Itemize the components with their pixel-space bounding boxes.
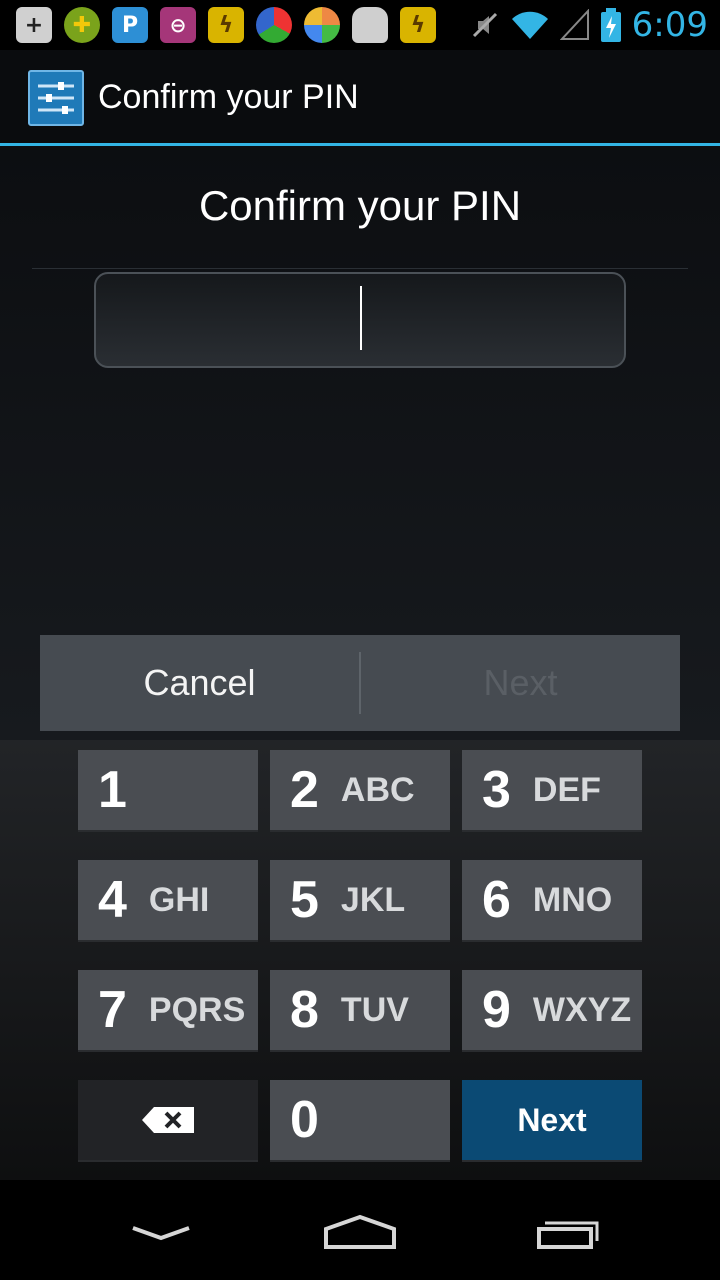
action-bar-title: Confirm your PIN <box>98 78 359 116</box>
bird-app-icon: ϟ <box>208 7 244 43</box>
key-letters: GHI <box>148 880 210 919</box>
key-8[interactable]: 8 TUV <box>270 970 450 1052</box>
p-app-icon: P <box>112 7 148 43</box>
key-digit: 7 <box>98 981 127 1039</box>
key-letters: DEF <box>532 770 601 809</box>
header-divider <box>32 268 688 269</box>
keypad-next-button[interactable]: Next <box>462 1080 642 1162</box>
system-icons: 6:09 <box>470 5 708 45</box>
numeric-keypad: 1 2 ABC 3 DEF 4 GHI 5 JKL 6 MNO 7 PQRS 8… <box>0 740 720 1180</box>
key-digit: 0 <box>290 1091 319 1149</box>
key-3[interactable]: 3 DEF <box>462 750 642 832</box>
key-digit: 6 <box>482 871 511 929</box>
battery-charging-icon <box>600 8 621 42</box>
text-caret <box>360 286 362 350</box>
key-6[interactable]: 6 MNO <box>462 860 642 942</box>
chrome-like-icon <box>256 7 292 43</box>
key-letters: MNO <box>532 880 613 919</box>
next-button-disabled[interactable]: Next <box>361 635 680 731</box>
key-letters: JKL <box>340 880 406 919</box>
status-bar: + ✚ P ⊖ ϟ ϟ 6:09 <box>0 0 720 50</box>
back-button[interactable] <box>116 1206 206 1256</box>
add-icon: + <box>16 7 52 43</box>
home-icon <box>324 1214 396 1249</box>
pin-input[interactable] <box>94 272 626 368</box>
page-title: Confirm your PIN <box>198 182 522 229</box>
key-letters: PQRS <box>148 990 246 1029</box>
delete-key[interactable] <box>78 1080 258 1162</box>
key-0[interactable]: 0 <box>270 1080 450 1162</box>
wifi-icon <box>511 11 548 39</box>
back-icon <box>132 1226 190 1241</box>
key-digit: 5 <box>290 871 319 929</box>
key-digit: 9 <box>482 981 511 1039</box>
cancel-button[interactable]: Cancel <box>40 635 359 731</box>
key-4[interactable]: 4 GHI <box>78 860 258 942</box>
key-digit: 8 <box>290 981 319 1039</box>
key-7[interactable]: 7 PQRS <box>78 970 258 1052</box>
bird-app-icon: ϟ <box>400 7 436 43</box>
key-digit: 1 <box>98 761 127 819</box>
key-9[interactable]: 9 WXYZ <box>462 970 642 1052</box>
clock: 6:09 <box>631 5 708 45</box>
key-1[interactable]: 1 <box>78 750 258 832</box>
game-icon: ✚ <box>64 7 100 43</box>
ball-icon <box>304 7 340 43</box>
settings-icon[interactable] <box>28 70 84 126</box>
key-2[interactable]: 2 ABC <box>270 750 450 832</box>
navigation-bar <box>0 1180 720 1280</box>
key-digit: 2 <box>290 761 319 819</box>
button-bar: Cancel Next <box>40 635 680 731</box>
backspace-icon <box>142 1107 194 1133</box>
pin-confirm-panel: Confirm your PIN Cancel Next <box>0 146 720 740</box>
key-letters: ABC <box>340 770 415 809</box>
recents-button[interactable] <box>518 1206 608 1256</box>
key-letters: TUV <box>340 990 409 1029</box>
home-button[interactable] <box>315 1206 405 1256</box>
key-digit: 4 <box>98 871 127 929</box>
keypad-next-label: Next <box>517 1101 587 1138</box>
mute-icon <box>472 12 497 38</box>
key-digit: 3 <box>482 761 511 819</box>
action-bar: Confirm your PIN <box>0 50 720 146</box>
signal-icon <box>559 9 589 40</box>
android-icon <box>352 7 388 43</box>
key-letters: WXYZ <box>532 990 632 1029</box>
recents-icon <box>537 1221 599 1249</box>
notification-icons: + ✚ P ⊖ ϟ ϟ <box>16 6 436 44</box>
back-circle-icon: ⊖ <box>160 7 196 43</box>
key-5[interactable]: 5 JKL <box>270 860 450 942</box>
